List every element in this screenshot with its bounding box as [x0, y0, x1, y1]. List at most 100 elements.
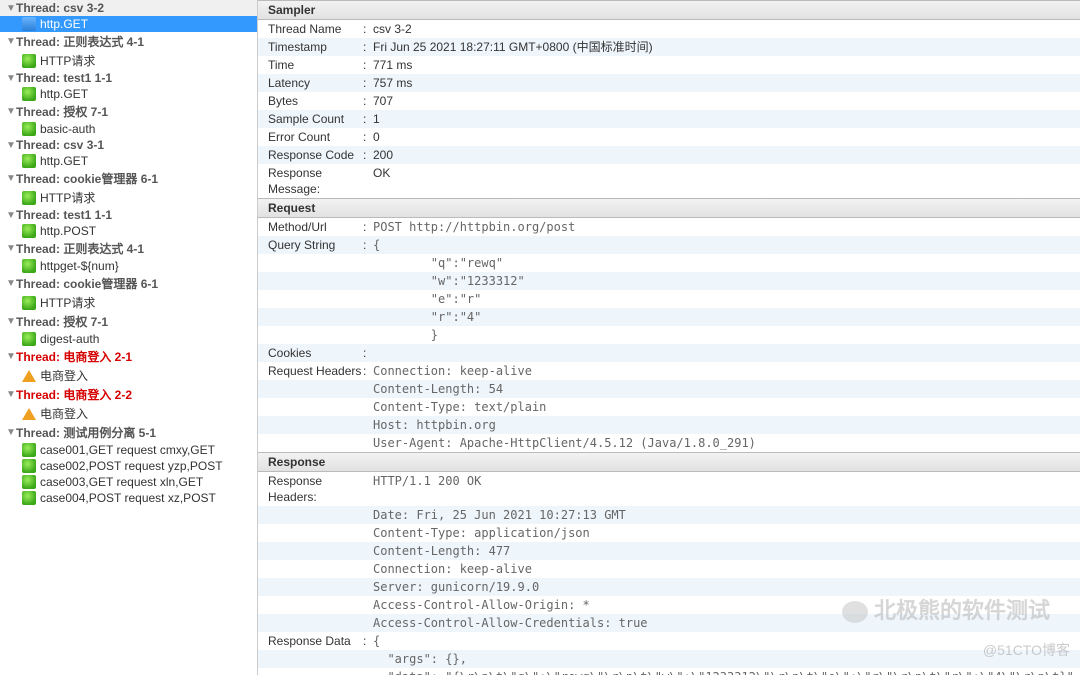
- tree-sample-node[interactable]: httpget-${num}: [0, 258, 257, 274]
- detail-row: Content-Type: text/plain: [258, 398, 1080, 416]
- tree-item-label: HTTP请求: [40, 294, 95, 311]
- tree-sample-node[interactable]: 电商登入: [0, 404, 257, 423]
- tree-item-label: Thread: test1 1-1: [16, 71, 112, 85]
- row-value: Fri Jun 25 2021 18:27:11 GMT+0800 (中国标准时…: [373, 39, 1070, 55]
- tree-thread-node[interactable]: Thread: 授权 7-1: [0, 102, 257, 121]
- tree-sample-node[interactable]: HTTP请求: [0, 293, 257, 312]
- expand-arrow-icon[interactable]: [6, 36, 16, 47]
- success-icon: [22, 224, 36, 238]
- row-colon: :: [363, 345, 373, 361]
- detail-row: Access-Control-Allow-Credentials: true: [258, 614, 1080, 632]
- detail-row: Bytes:707: [258, 92, 1080, 110]
- tree-sidebar[interactable]: Thread: csv 3-2http.GETThread: 正则表达式 4-1…: [0, 0, 258, 675]
- tree-thread-node[interactable]: Thread: csv 3-1: [0, 137, 257, 153]
- tree-thread-node[interactable]: Thread: 电商登入 2-1: [0, 347, 257, 366]
- expand-arrow-icon[interactable]: [6, 210, 16, 221]
- tree-sample-node[interactable]: case001,GET request cmxy,GET: [0, 442, 257, 458]
- tree-sample-node[interactable]: http.GET: [0, 153, 257, 169]
- tree-sample-node[interactable]: case002,POST request yzp,POST: [0, 458, 257, 474]
- tree-item-label: Thread: 测试用例分离 5-1: [16, 424, 156, 441]
- detail-row: Content-Length: 54: [258, 380, 1080, 398]
- row-value: Date: Fri, 25 Jun 2021 10:27:13 GMT: [373, 507, 1070, 523]
- tree-thread-node[interactable]: Thread: 测试用例分离 5-1: [0, 423, 257, 442]
- tree-item-label: 电商登入: [40, 405, 88, 422]
- expand-arrow-icon[interactable]: [6, 73, 16, 84]
- row-value: Content-Length: 54: [373, 381, 1070, 397]
- row-key: Timestamp: [268, 39, 363, 55]
- expand-arrow-icon[interactable]: [6, 106, 16, 117]
- tree-sample-node[interactable]: http.GET: [0, 16, 257, 32]
- row-colon: :: [363, 129, 373, 145]
- row-value: csv 3-2: [373, 21, 1070, 37]
- tree-item-label: case003,GET request xln,GET: [40, 475, 203, 489]
- tree-thread-node[interactable]: Thread: test1 1-1: [0, 207, 257, 223]
- tree-item-label: httpget-${num}: [40, 259, 119, 273]
- row-value: "r":"4": [373, 309, 1070, 325]
- detail-row: Date: Fri, 25 Jun 2021 10:27:13 GMT: [258, 506, 1080, 524]
- tree-thread-node[interactable]: Thread: 授权 7-1: [0, 312, 257, 331]
- tree-item-label: Thread: cookie管理器 6-1: [16, 275, 158, 292]
- expand-arrow-icon[interactable]: [6, 140, 16, 151]
- tree-item-label: Thread: csv 3-2: [16, 1, 104, 15]
- tree-thread-node[interactable]: Thread: 正则表达式 4-1: [0, 32, 257, 51]
- row-key: Method/Url: [268, 219, 363, 235]
- tree-sample-node[interactable]: HTTP请求: [0, 51, 257, 70]
- row-value: {: [373, 237, 1070, 253]
- row-value: POST http://httpbin.org/post: [373, 219, 1070, 235]
- detail-row: Connection: keep-alive: [258, 560, 1080, 578]
- tree-thread-node[interactable]: Thread: 正则表达式 4-1: [0, 239, 257, 258]
- success-icon: [22, 191, 36, 205]
- tree-item-label: basic-auth: [40, 122, 95, 136]
- tree-sample-node[interactable]: 电商登入: [0, 366, 257, 385]
- tree-item-label: case001,GET request cmxy,GET: [40, 443, 215, 457]
- row-value: "w":"1233312": [373, 273, 1070, 289]
- tree-item-label: Thread: 授权 7-1: [16, 103, 108, 120]
- success-icon: [22, 87, 36, 101]
- tree-sample-node[interactable]: case003,GET request xln,GET: [0, 474, 257, 490]
- tree-thread-node[interactable]: Thread: cookie管理器 6-1: [0, 169, 257, 188]
- tree-sample-node[interactable]: digest-auth: [0, 331, 257, 347]
- success-icon: [22, 296, 36, 310]
- tree-sample-node[interactable]: HTTP请求: [0, 188, 257, 207]
- detail-row: Error Count:0: [258, 128, 1080, 146]
- row-value: "data": "{\r\n\t\"q\":\"rewq\"\r\n\t\"w\…: [373, 669, 1080, 675]
- tree-item-label: Thread: 电商登入 2-2: [16, 386, 132, 403]
- sampler-section-header: Sampler: [258, 0, 1080, 20]
- tree-item-label: Thread: 电商登入 2-1: [16, 348, 132, 365]
- expand-arrow-icon[interactable]: [6, 389, 16, 400]
- expand-arrow-icon[interactable]: [6, 316, 16, 327]
- tree-item-label: http.GET: [40, 17, 88, 31]
- success-icon: [22, 122, 36, 136]
- tree-sample-node[interactable]: basic-auth: [0, 121, 257, 137]
- row-key: Sample Count: [268, 111, 363, 127]
- tree-thread-node[interactable]: Thread: test1 1-1: [0, 70, 257, 86]
- success-icon: [22, 54, 36, 68]
- tree-sample-node[interactable]: case004,POST request xz,POST: [0, 490, 257, 506]
- row-value: Connection: keep-alive: [373, 561, 1070, 577]
- row-key: Cookies: [268, 345, 363, 361]
- row-value: 200: [373, 147, 1070, 163]
- expand-arrow-icon[interactable]: [6, 351, 16, 362]
- row-key: Time: [268, 57, 363, 73]
- row-colon: :: [363, 147, 373, 163]
- expand-arrow-icon[interactable]: [6, 427, 16, 438]
- tree-sample-node[interactable]: http.POST: [0, 223, 257, 239]
- tree-sample-node[interactable]: http.GET: [0, 86, 257, 102]
- tree-thread-node[interactable]: Thread: csv 3-2: [0, 0, 257, 16]
- row-value: Access-Control-Allow-Credentials: true: [373, 615, 1070, 631]
- detail-row: Cookies:: [258, 344, 1080, 362]
- expand-arrow-icon[interactable]: [6, 243, 16, 254]
- tree-thread-node[interactable]: Thread: 电商登入 2-2: [0, 385, 257, 404]
- row-colon: :: [363, 237, 373, 253]
- success-icon: [22, 259, 36, 273]
- detail-row: Sample Count:1: [258, 110, 1080, 128]
- expand-arrow-icon[interactable]: [6, 278, 16, 289]
- tree-thread-node[interactable]: Thread: cookie管理器 6-1: [0, 274, 257, 293]
- detail-row: "w":"1233312": [258, 272, 1080, 290]
- detail-row: "e":"r": [258, 290, 1080, 308]
- tree-item-label: http.POST: [40, 224, 96, 238]
- row-value: Access-Control-Allow-Origin: *: [373, 597, 1070, 613]
- row-key: Bytes: [268, 93, 363, 109]
- expand-arrow-icon[interactable]: [6, 173, 16, 184]
- expand-arrow-icon[interactable]: [6, 3, 16, 14]
